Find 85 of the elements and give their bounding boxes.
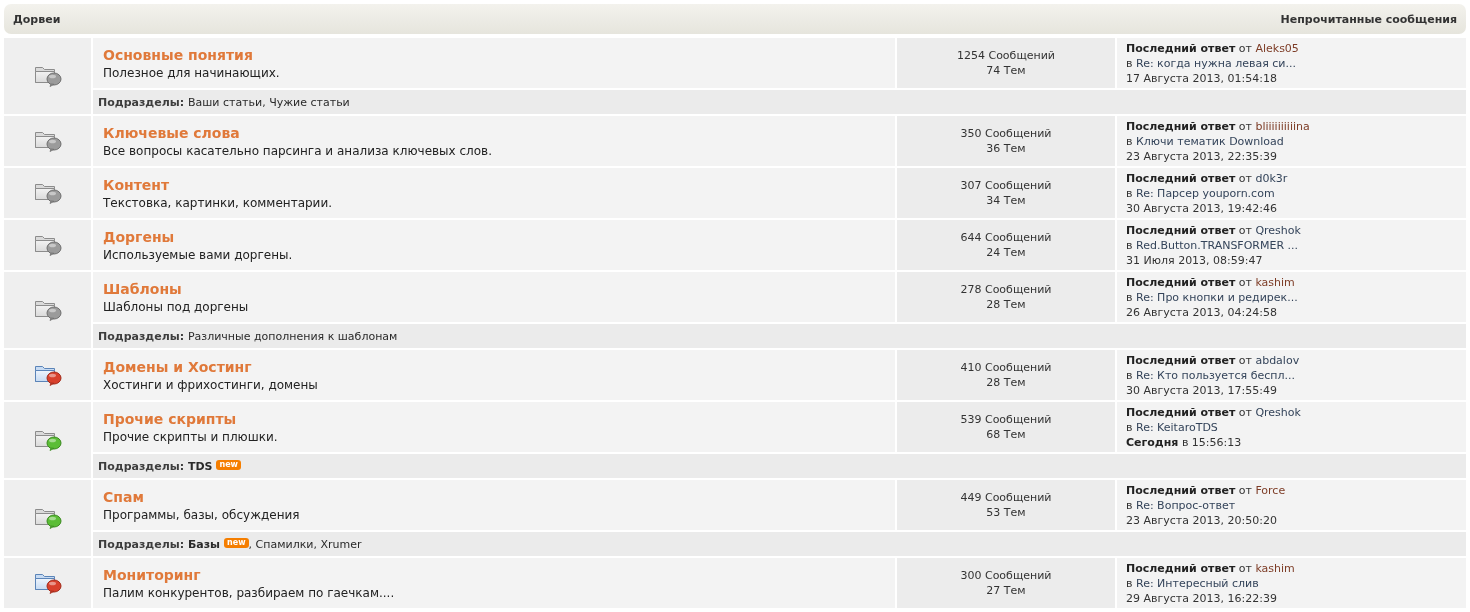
topic-link[interactable]: Re: KeitaroTDS — [1136, 420, 1218, 434]
topic-link[interactable]: Re: Про кнопки и редирек... — [1136, 290, 1298, 304]
topic-count: 68 Тем — [986, 427, 1026, 442]
forum-description: Шаблоны под доргены — [103, 299, 249, 315]
subforum-link[interactable]: Базы — [187, 537, 221, 551]
topic-count: 27 Тем — [986, 583, 1026, 598]
author-link[interactable]: kashim — [1255, 275, 1295, 289]
forum-description: Прочие скрипты и плюшки. — [103, 429, 278, 445]
author-link[interactable]: d0k3r — [1255, 171, 1288, 185]
last-post-byline: Последний ответ от abdalov — [1126, 352, 1300, 368]
last-post-date: Сегодня в 15:56:13 — [1126, 434, 1242, 450]
topic-count: 36 Тем — [986, 141, 1026, 156]
topic-link[interactable]: Re: Парсер youporn.com — [1136, 186, 1275, 200]
last-post-date: 26 Августа 2013, 04:24:58 — [1126, 304, 1277, 320]
topic-link[interactable]: Re: Кто пользуется беспл... — [1136, 368, 1295, 382]
subforum-list: Подразделы: Ваши статьи, Чужие статьи — [98, 95, 350, 109]
author-link[interactable]: Qreshok — [1255, 223, 1301, 237]
last-post-date: 23 Августа 2013, 22:35:39 — [1126, 148, 1277, 164]
last-post-topic-line: в Re: KeitaroTDS — [1126, 419, 1218, 435]
subforum-list: Подразделы: TDS new — [98, 459, 241, 473]
topic-link[interactable]: Ключи тематик Download — [1136, 134, 1284, 148]
post-count: 449 Сообщений — [960, 490, 1052, 505]
last-post-byline: Последний ответ от Qreshok — [1126, 222, 1301, 238]
topic-link[interactable]: Re: когда нужна левая си... — [1136, 56, 1296, 70]
topic-count: 28 Тем — [986, 297, 1026, 312]
author-link[interactable]: abdalov — [1255, 353, 1300, 367]
topic-count: 34 Тем — [986, 193, 1026, 208]
subforum-list: Подразделы: Базы new , Спамилки, Xrumer — [98, 537, 362, 551]
last-post-date: 23 Августа 2013, 20:50:20 — [1126, 512, 1277, 528]
author-link[interactable]: Force — [1255, 483, 1286, 497]
last-post-topic-line: в Re: Кто пользуется беспл... — [1126, 367, 1295, 383]
last-post-topic-line: в Re: Вопрос-ответ — [1126, 497, 1236, 513]
forum-description: Хостинги и фрихостинги, домены — [103, 377, 318, 393]
last-post-date: 30 Августа 2013, 19:42:46 — [1126, 200, 1277, 216]
last-post-date: 29 Августа 2013, 16:22:39 — [1126, 590, 1277, 606]
topic-link[interactable]: Re: Интересный слив — [1136, 576, 1259, 590]
forum-description: Полезное для начинающих. — [103, 65, 280, 81]
post-count: 350 Сообщений — [960, 126, 1052, 141]
last-post-topic-line: в Ключи тематик Download — [1126, 133, 1284, 149]
last-post-topic-line: в Red.Button.TRANSFORMER ... — [1126, 237, 1299, 253]
category-title: Дорвеи — [13, 12, 61, 26]
last-post-byline: Последний ответ от d0k3r — [1126, 170, 1288, 186]
last-post-byline: Последний ответ от kashim — [1126, 274, 1295, 290]
topic-link[interactable]: Re: Вопрос-ответ — [1136, 498, 1236, 512]
last-post-byline: Последний ответ от kashim — [1126, 560, 1295, 576]
forum-description: Программы, базы, обсуждения — [103, 507, 300, 523]
post-count: 300 Сообщений — [960, 568, 1052, 583]
last-post-byline: Последний ответ от Qreshok — [1126, 404, 1301, 420]
last-post-byline: Последний ответ от bliiiiiiiiiina — [1126, 118, 1310, 134]
post-count: 278 Сообщений — [960, 282, 1052, 297]
topic-count: 24 Тем — [986, 245, 1026, 260]
author-link[interactable]: kashim — [1255, 561, 1295, 575]
topic-count: 28 Тем — [986, 375, 1026, 390]
subforum-link[interactable]: Чужие статьи — [269, 95, 350, 109]
post-count: 307 Сообщений — [960, 178, 1052, 193]
subforum-link[interactable]: TDS — [187, 459, 213, 473]
post-count: 1254 Сообщений — [956, 48, 1055, 63]
subforum-link[interactable]: Xrumer — [320, 537, 362, 551]
forum-description: Текстовка, картинки, комментарии. — [103, 195, 333, 211]
forum-description: Палим конкурентов, разбираем по гаечкам.... — [103, 585, 395, 601]
topic-count: 53 Тем — [986, 505, 1026, 520]
last-post-date: 30 Августа 2013, 17:55:49 — [1126, 382, 1277, 398]
last-post-topic-line: в Re: когда нужна левая си... — [1126, 55, 1296, 71]
post-count: 410 Сообщений — [960, 360, 1052, 375]
subforum-link[interactable]: Различные дополнения к шаблонам — [187, 329, 398, 343]
author-link[interactable]: bliiiiiiiiiina — [1255, 119, 1310, 133]
last-post-topic-line: в Re: Интересный слив — [1126, 575, 1259, 591]
subforum-list: Подразделы: Различные дополнения к шаблонам — [98, 329, 398, 343]
new-badge: new — [216, 459, 241, 470]
post-count: 539 Сообщений — [960, 412, 1052, 427]
last-post-date: 17 Августа 2013, 01:54:18 — [1126, 70, 1277, 86]
last-post-byline: Последний ответ от Force — [1126, 482, 1286, 498]
unread-messages-link[interactable]: Непрочитанные сообщения — [1280, 12, 1457, 26]
author-link[interactable]: Aleks05 — [1255, 41, 1299, 55]
author-link[interactable]: Qreshok — [1255, 405, 1301, 419]
topic-link[interactable]: Red.Button.TRANSFORMER ... — [1136, 238, 1299, 252]
new-badge: new — [224, 537, 249, 548]
topic-count: 74 Тем — [986, 63, 1026, 78]
post-count: 644 Сообщений — [960, 230, 1052, 245]
last-post-byline: Последний ответ от Aleks05 — [1126, 40, 1299, 56]
last-post-topic-line: в Re: Про кнопки и редирек... — [1126, 289, 1298, 305]
forum-description: Все вопросы касательно парсинга и анализа ключевых слов. — [103, 143, 492, 159]
forum-description: Используемые вами доргены. — [103, 247, 293, 263]
last-post-date: 31 Июля 2013, 08:59:47 — [1126, 252, 1263, 268]
last-post-topic-line: в Re: Парсер youporn.com — [1126, 185, 1275, 201]
